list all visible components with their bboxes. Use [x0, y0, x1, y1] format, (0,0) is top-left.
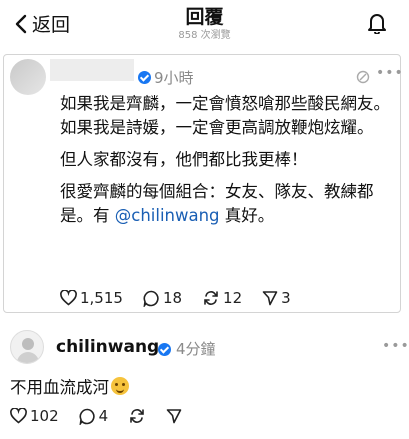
repost-count: 12	[223, 289, 243, 307]
send-icon	[166, 409, 182, 424]
reply-comment-count: 4	[98, 407, 109, 425]
reply-like-count: 102	[30, 407, 59, 425]
send-icon	[262, 291, 278, 306]
heart-icon	[60, 290, 77, 306]
comment-count: 18	[162, 289, 183, 307]
post-time: 9小時	[154, 69, 194, 87]
reply-text: 不用血流成河	[10, 378, 109, 397]
translate-button[interactable]	[356, 69, 370, 88]
post-actions: 1,515 18 12 3	[60, 289, 311, 307]
share-count: 3	[281, 289, 291, 307]
heart-icon	[10, 408, 27, 424]
repost-icon	[130, 409, 144, 423]
top-bar: 返回 回覆 858 次瀏覽	[0, 0, 409, 50]
post-line-with-mention: 很愛齊麟的每個組合：女友、隊友、教練都是。有 @chilinwang 真好。	[60, 180, 390, 228]
post-line: 如果我是齊麟，一定會憤怒嗆那些酸民網友。	[60, 94, 390, 113]
verified-badge-icon	[158, 343, 171, 356]
like-button[interactable]: 1,515	[60, 289, 123, 307]
comment-button[interactable]: 18	[143, 289, 182, 307]
avatar-image	[17, 338, 39, 363]
reply-comment-button[interactable]: 4	[79, 407, 109, 425]
reply-more-options-icon[interactable]: •••	[382, 338, 409, 354]
reply-share-button[interactable]	[166, 408, 182, 424]
post-body: 如果我是齊麟，一定會憤怒嗆那些酸民網友。 如果我是詩媛，一定會更高調放鞭炮炫耀。…	[60, 92, 390, 228]
mention-link[interactable]: @chilinwang	[115, 206, 220, 225]
grimace-emoji-icon	[111, 377, 129, 395]
author-avatar[interactable]	[10, 59, 46, 95]
more-options-icon[interactable]: •••	[376, 65, 404, 81]
like-count: 1,515	[80, 289, 123, 307]
repost-icon	[204, 291, 218, 305]
reply-time: 4分鐘	[176, 340, 216, 358]
page-title: 回覆	[185, 6, 224, 28]
comment-icon	[79, 408, 95, 425]
bell-icon	[368, 14, 386, 35]
author-name-redacted	[50, 59, 134, 81]
post-text-segment: 真好。	[219, 206, 275, 225]
post-line: 但人家都沒有，他們都比我更棒！	[60, 150, 308, 169]
verified-badge-icon	[138, 71, 151, 84]
quoted-post-card[interactable]: 9小時 ••• 如果我是齊麟，一定會憤怒嗆那些酸民網友。 如果我是詩媛，一定會更…	[3, 54, 404, 313]
view-count: 858 次瀏覽	[178, 30, 231, 41]
share-button[interactable]: 3	[262, 289, 291, 307]
comment-icon	[143, 290, 159, 307]
reply-body: 不用血流成河	[10, 374, 129, 398]
reply-username[interactable]: chilinwang	[56, 337, 159, 357]
reply-repost-button[interactable]	[128, 408, 146, 424]
title-block: 回覆 858 次瀏覽	[0, 6, 409, 43]
reply-actions: 102 4	[10, 407, 202, 425]
translate-icon	[356, 70, 370, 84]
repost-button[interactable]: 12	[202, 289, 242, 307]
reply-author-avatar[interactable]	[10, 330, 44, 364]
post-line: 如果我是詩媛，一定會更高調放鞭炮炫耀。	[60, 118, 374, 137]
notifications-button[interactable]	[367, 12, 387, 38]
reply-like-button[interactable]: 102	[10, 407, 59, 425]
